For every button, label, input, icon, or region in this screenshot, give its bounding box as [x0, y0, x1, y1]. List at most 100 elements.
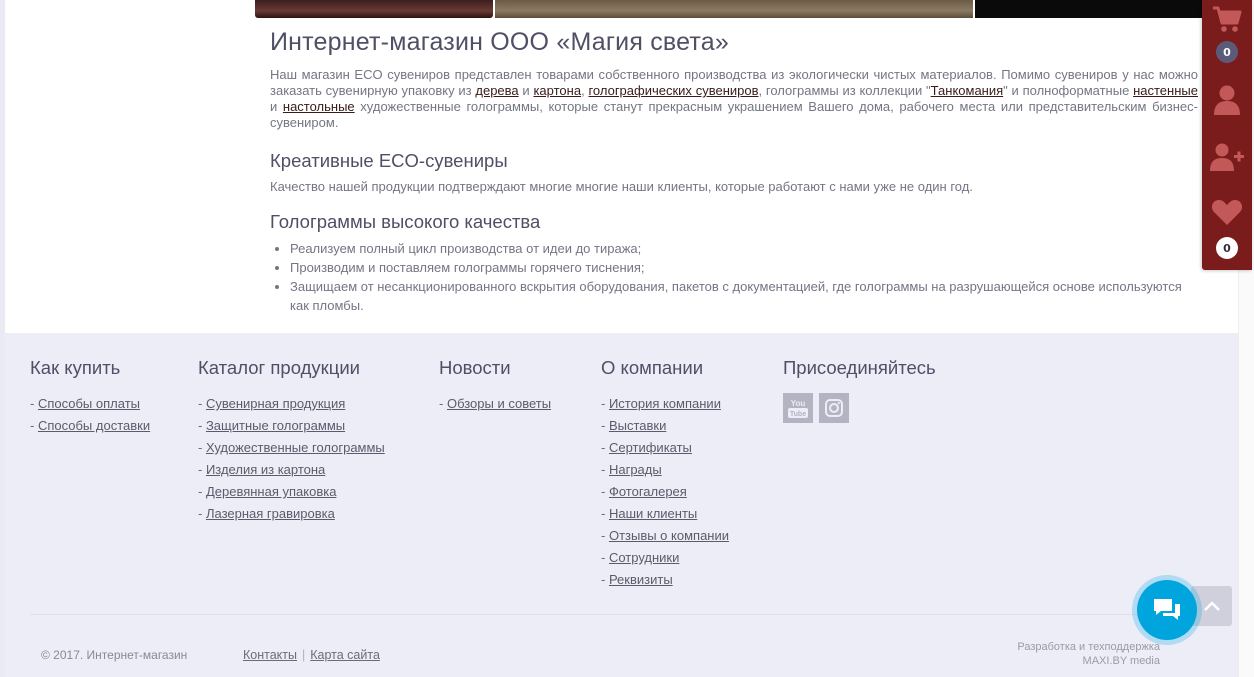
link-separator: |	[302, 648, 306, 662]
footer-item: - Фотогалерея	[601, 484, 687, 499]
link-catalog-wood[interactable]: Деревянная упаковка	[206, 484, 336, 499]
user-icon[interactable]	[1202, 84, 1252, 120]
cart-count-badge: 0	[1216, 41, 1238, 63]
banner-slide-3[interactable]	[975, 0, 1215, 18]
banner-slide-1[interactable]	[255, 0, 493, 18]
holo-heading: Голограммы высокого качества	[270, 211, 541, 232]
footer-item: - Обзоры и советы	[439, 396, 552, 411]
intro-part: и	[270, 99, 283, 114]
chat-widget-button[interactable]	[1132, 575, 1202, 645]
cart-icon[interactable]	[1202, 4, 1252, 38]
footer-bottom-links: Контакты | Карта сайта	[243, 648, 380, 662]
svg-text:You: You	[791, 399, 806, 408]
footer-heading-news: Новости	[439, 357, 511, 378]
intro-text: Наш магазин ECO сувениров представлен то…	[270, 67, 1198, 131]
link-sitemap[interactable]: Карта сайта	[310, 648, 380, 662]
banner-slider[interactable]	[255, 0, 1215, 18]
add-user-icon[interactable]	[1202, 142, 1252, 176]
footer-item: - Способы оплаты	[30, 396, 140, 411]
link-about-exhibitions[interactable]: Выставки	[609, 418, 666, 433]
footer-item: - Изделия из картона	[198, 462, 326, 477]
page-title: Интернет-магазин ООО «Магия света»	[270, 28, 729, 56]
footer-item: - Наши клиенты	[601, 506, 698, 521]
footer-item: - Реквизиты	[601, 572, 673, 587]
footer-divider	[30, 614, 1215, 615]
developer-line-1: Разработка и техподдержка	[1017, 641, 1160, 653]
chat-button-inner	[1137, 580, 1197, 640]
link-catalog-laser[interactable]: Лазерная гравировка	[206, 506, 335, 521]
list-item: Реализуем полный цикл производства от ид…	[290, 239, 1198, 258]
footer-item: - Деревянная упаковка	[198, 484, 337, 499]
footer-col-news: Новости - Обзоры и советы	[439, 357, 551, 415]
floating-sidebar: 0 0	[1202, 0, 1252, 270]
footer-col-catalog: Каталог продукции - Сувенирная продукция…	[198, 357, 385, 525]
link-about-history[interactable]: История компании	[609, 396, 721, 411]
chevron-up-icon	[1203, 601, 1220, 611]
link-carton[interactable]: картона	[533, 83, 581, 98]
footer-item: - Защитные голограммы	[198, 418, 346, 433]
footer-col-about: О компании - История компании - Выставки…	[601, 357, 729, 591]
svg-text:Tube: Tube	[790, 411, 806, 418]
instagram-glyph	[825, 399, 843, 417]
footer-col-how-to-buy: Как купить - Способы оплаты - Способы до…	[30, 357, 150, 437]
link-about-awards[interactable]: Награды	[609, 462, 662, 477]
link-holo-souvenirs[interactable]: голографических сувениров	[588, 83, 758, 98]
chat-icon	[1154, 599, 1180, 620]
add-user-glyph	[1210, 143, 1244, 171]
footer: Как купить - Способы оплаты - Способы до…	[5, 333, 1238, 677]
intro-part: и	[518, 83, 534, 98]
footer-heading-about: О компании	[601, 357, 704, 378]
list-item: Защищаем от несанкционированного вскрыти…	[290, 277, 1198, 315]
link-about-reviews[interactable]: Отзывы о компании	[609, 528, 729, 543]
link-delivery-methods[interactable]: Способы доставки	[38, 418, 150, 433]
link-catalog-art-holograms[interactable]: Художественные голограммы	[206, 440, 385, 455]
link-payment-methods[interactable]: Способы оплаты	[38, 396, 140, 411]
footer-item: - Сертификаты	[601, 440, 692, 455]
link-about-requisites[interactable]: Реквизиты	[609, 572, 673, 587]
footer-col-join: Присоединяйтесь You Tube	[783, 357, 936, 423]
developer-credit[interactable]: Разработка и техподдержка MAXI.BY media	[1017, 640, 1160, 668]
link-about-gallery[interactable]: Фотогалерея	[609, 484, 687, 499]
link-catalog-souvenirs[interactable]: Сувенирная продукция	[206, 396, 345, 411]
link-wall[interactable]: настенные	[1133, 83, 1198, 98]
footer-item: - Лазерная гравировка	[198, 506, 335, 521]
link-wood[interactable]: дерева	[475, 83, 518, 98]
link-tankomania[interactable]: Танкомания	[931, 83, 1003, 98]
footer-item: - Сувенирная продукция	[198, 396, 346, 411]
intro-part: " и полноформатные	[1003, 83, 1134, 98]
footer-item: - Выставки	[601, 418, 667, 433]
heart-glyph	[1211, 200, 1243, 225]
youtube-glyph: You Tube	[788, 399, 808, 418]
eco-heading: Креативные ECO-сувениры	[270, 150, 508, 171]
instagram-icon[interactable]	[819, 393, 849, 423]
link-about-certificates[interactable]: Сертификаты	[609, 440, 692, 455]
footer-item: - Награды	[601, 462, 662, 477]
holo-list: Реализуем полный цикл производства от ид…	[270, 239, 1198, 315]
link-news-reviews[interactable]: Обзоры и советы	[447, 396, 551, 411]
footer-heading-how-to-buy: Как купить	[30, 357, 121, 378]
link-catalog-carton[interactable]: Изделия из картона	[206, 462, 325, 477]
copyright: © 2017. Интернет-магазин	[41, 648, 188, 662]
developer-line-2: MAXI.BY media	[1082, 655, 1160, 667]
footer-item: - Художественные голограммы	[198, 440, 385, 455]
favorites-count-badge: 0	[1216, 237, 1238, 259]
link-contacts[interactable]: Контакты	[243, 648, 297, 662]
heart-icon[interactable]	[1202, 198, 1252, 230]
link-catalog-security-holograms[interactable]: Защитные голограммы	[206, 418, 345, 433]
list-item: Производим и поставляем голограммы горяч…	[290, 258, 1198, 277]
user-glyph	[1214, 85, 1240, 115]
social-links: You Tube	[783, 393, 936, 423]
link-about-clients[interactable]: Наши клиенты	[609, 506, 697, 521]
banner-slide-2[interactable]	[495, 0, 973, 18]
youtube-icon[interactable]: You Tube	[783, 393, 813, 423]
footer-heading-join: Присоединяйтесь	[783, 357, 936, 378]
footer-item: - История компании	[601, 396, 721, 411]
footer-heading-catalog: Каталог продукции	[198, 357, 360, 378]
footer-item: - Сотрудники	[601, 550, 680, 565]
link-desk[interactable]: настольные	[283, 99, 355, 114]
intro-part: , голограммы из коллекции "	[758, 83, 931, 98]
link-about-staff[interactable]: Сотрудники	[609, 550, 679, 565]
footer-item: - Способы доставки	[30, 418, 151, 433]
footer-item: - Отзывы о компании	[601, 528, 729, 543]
intro-part: художественные голограммы, которые стану…	[270, 99, 1198, 130]
